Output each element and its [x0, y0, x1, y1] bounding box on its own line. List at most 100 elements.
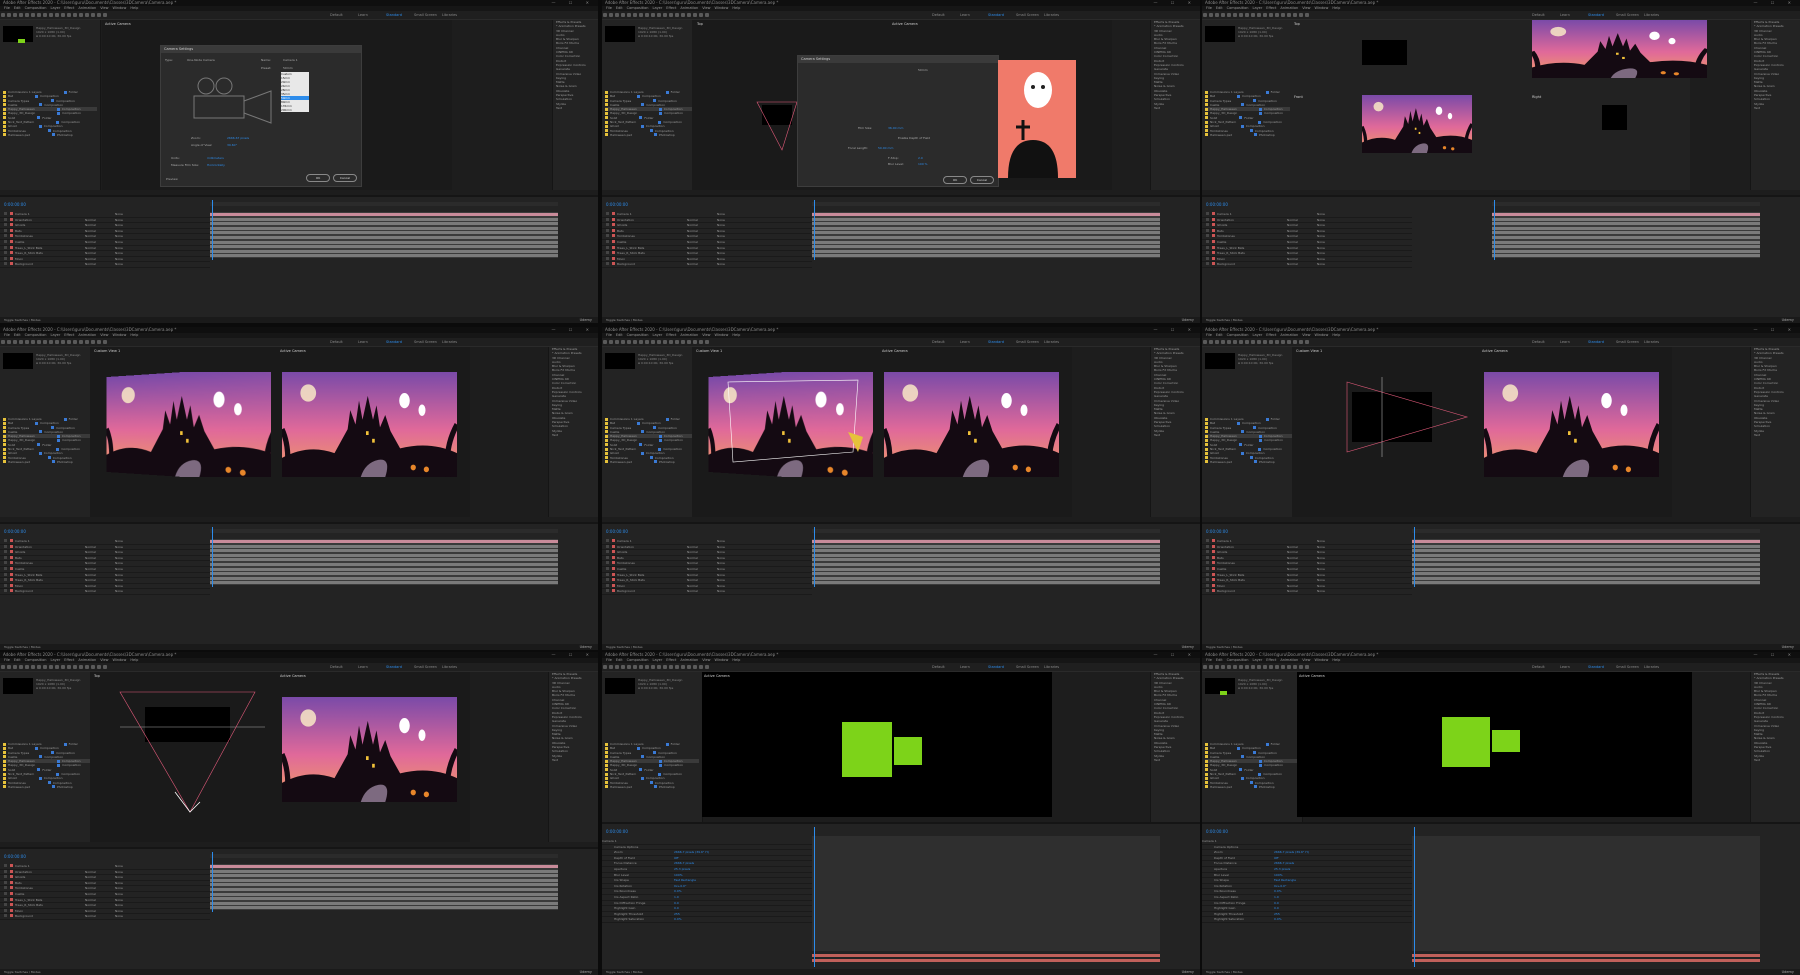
layer-duration-bar[interactable]: [812, 567, 1160, 571]
label-color[interactable]: [1212, 245, 1215, 249]
menu-edit[interactable]: Edit: [616, 6, 623, 10]
tool-icon[interactable]: [61, 665, 65, 669]
timeline-layer[interactable]: Background Normal None: [0, 589, 210, 595]
menu-file[interactable]: File: [1206, 333, 1212, 337]
property-value[interactable]: 0.0%: [674, 917, 682, 921]
preset-dropdown[interactable]: Custom 15mm 20mm 24mm 28mm 35mm 50mm 80mm 135mm 2…: [281, 72, 309, 112]
tool-icon[interactable]: [55, 13, 59, 17]
layer-duration-bar[interactable]: [812, 558, 1160, 562]
workspace-standard[interactable]: Standard: [988, 13, 1004, 17]
layer-duration-bar[interactable]: [210, 897, 558, 901]
workspace-libraries[interactable]: Libraries: [1044, 13, 1059, 17]
tool-icon[interactable]: [91, 665, 95, 669]
tool-icon[interactable]: [1305, 13, 1309, 17]
tool-icon[interactable]: [645, 340, 649, 344]
workspace-standard[interactable]: Standard: [988, 340, 1004, 344]
layer-mode[interactable]: Normal: [85, 589, 115, 594]
dialog-value[interactable]: 2666.67 pixels: [227, 136, 249, 140]
layer-parent[interactable]: None: [717, 567, 725, 571]
layer-parent[interactable]: None: [717, 545, 725, 549]
menu-edit[interactable]: Edit: [1216, 6, 1223, 10]
property-value[interactable]: Off: [1274, 856, 1278, 860]
workspace-default[interactable]: Default: [932, 340, 945, 344]
layer-duration-bar[interactable]: [210, 581, 558, 585]
tool-icon[interactable]: [669, 665, 673, 669]
label-color[interactable]: [10, 589, 13, 593]
tool-icon[interactable]: [91, 13, 95, 17]
visibility-switch[interactable]: [606, 245, 609, 249]
timeline-layer[interactable]: Background Normal None: [602, 262, 812, 268]
tool-icon[interactable]: [609, 665, 613, 669]
tool-icon[interactable]: [61, 13, 65, 17]
tool-icon[interactable]: [1203, 665, 1207, 669]
menu-help[interactable]: Help: [130, 333, 138, 337]
layer-parent[interactable]: None: [115, 234, 123, 238]
layer-mode[interactable]: Normal: [1287, 561, 1317, 566]
layer-mode[interactable]: Normal: [1287, 229, 1317, 234]
tool-icon[interactable]: [609, 13, 613, 17]
timeline-layer[interactable]: Background Normal None: [602, 589, 812, 595]
layer-duration-bar[interactable]: [812, 959, 1160, 962]
tool-icon[interactable]: [1275, 13, 1279, 17]
menu-animation[interactable]: Animation: [1280, 658, 1298, 662]
visibility-switch[interactable]: [606, 572, 609, 576]
layer-parent[interactable]: None: [115, 539, 123, 543]
layer-duration-bar[interactable]: [210, 544, 558, 548]
label-color[interactable]: [1212, 212, 1215, 215]
visibility-switch[interactable]: [606, 256, 609, 260]
layer-duration-bar[interactable]: [1492, 240, 1760, 244]
visibility-switch[interactable]: [4, 914, 7, 918]
project-item[interactable]: Halloween.psd Photoshop: [605, 785, 699, 789]
label-color[interactable]: [10, 256, 13, 260]
visibility-switch[interactable]: [606, 251, 609, 255]
tool-icon[interactable]: [621, 13, 625, 17]
layer-parent[interactable]: None: [1317, 262, 1325, 266]
workspace-learn[interactable]: Learn: [358, 340, 368, 344]
layer-duration-bar[interactable]: [812, 222, 1160, 226]
tool-icon[interactable]: [19, 665, 23, 669]
visibility-switch[interactable]: [4, 550, 7, 554]
layer-duration-bar[interactable]: [210, 883, 558, 887]
tool-icon[interactable]: [693, 665, 697, 669]
layer-mode[interactable]: Normal: [1287, 550, 1317, 555]
workspace-small-screen[interactable]: Small Screen: [1016, 340, 1039, 344]
layer-mode[interactable]: Normal: [687, 567, 717, 572]
project-item[interactable]: Halloween.psd Photoshop: [1205, 785, 1299, 789]
visibility-switch[interactable]: [4, 864, 7, 867]
tool-icon[interactable]: [1239, 340, 1243, 344]
tool-icon[interactable]: [1233, 665, 1237, 669]
visibility-switch[interactable]: [4, 217, 7, 221]
menu-layer[interactable]: Layer: [51, 6, 61, 10]
tool-icon[interactable]: [73, 665, 77, 669]
property-value[interactable]: 2666.7 pixels: [674, 861, 694, 865]
layer-duration-bar[interactable]: [1412, 581, 1760, 585]
tool-icon[interactable]: [31, 665, 35, 669]
workspace-small-screen[interactable]: Small Screen: [1616, 13, 1639, 17]
layer-duration-bar[interactable]: [1412, 954, 1760, 957]
tool-icon[interactable]: [25, 340, 29, 344]
layer-parent[interactable]: None: [115, 903, 123, 907]
visibility-switch[interactable]: [4, 256, 7, 260]
visibility-switch[interactable]: [606, 578, 609, 582]
menu-effect[interactable]: Effect: [666, 333, 676, 337]
tool-icon[interactable]: [1305, 340, 1309, 344]
layer-duration-bar[interactable]: [210, 245, 558, 249]
label-color[interactable]: [612, 234, 615, 238]
visibility-switch[interactable]: [606, 234, 609, 238]
tool-icon[interactable]: [681, 13, 685, 17]
layer-parent[interactable]: None: [1317, 218, 1325, 222]
layer-mode[interactable]: Normal: [85, 875, 115, 880]
label-color[interactable]: [612, 228, 615, 232]
menu-window[interactable]: Window: [715, 6, 729, 10]
tool-icon[interactable]: [1299, 665, 1303, 669]
layer-parent[interactable]: None: [717, 578, 725, 582]
menu-effect[interactable]: Effect: [64, 658, 74, 662]
layer-parent[interactable]: None: [115, 914, 123, 918]
visibility-switch[interactable]: [4, 908, 7, 912]
label-color[interactable]: [612, 217, 615, 221]
effect-category[interactable]: Text: [1754, 433, 1800, 437]
timecode[interactable]: 0:00:00:00: [606, 529, 628, 534]
menu-help[interactable]: Help: [732, 6, 740, 10]
layer-duration-bar[interactable]: [1492, 245, 1760, 249]
tool-icon[interactable]: [1293, 665, 1297, 669]
